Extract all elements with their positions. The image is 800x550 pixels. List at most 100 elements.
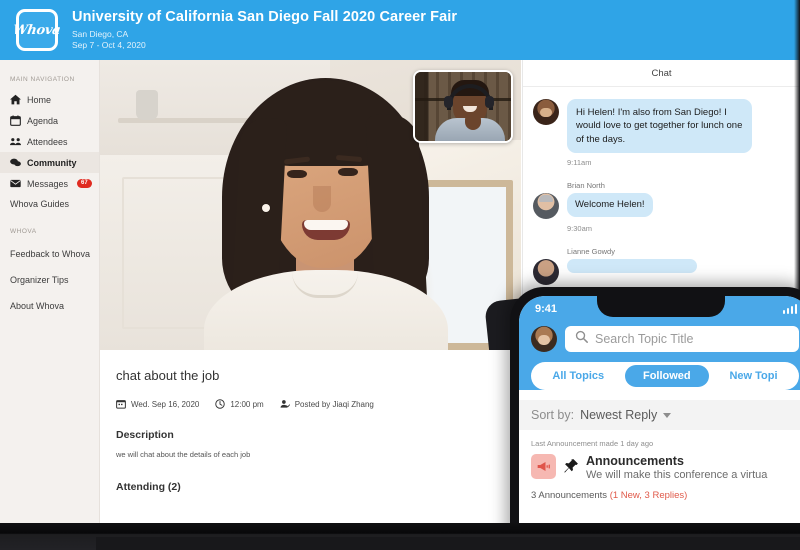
chat-message: Welcome Helen! (533, 193, 790, 220)
sort-by-value: Newest Reply (580, 408, 658, 422)
clock-icon (215, 399, 226, 409)
announcement-text-block: Announcements We will make this conferen… (586, 454, 767, 481)
event-title: University of California San Diego Fall … (72, 8, 458, 25)
sidebar-item-label: Messages (27, 178, 69, 189)
sidebar-item-whova-guides[interactable]: Whova Guides (0, 194, 99, 214)
sidebar-item-organizer-tips[interactable]: Organizer Tips (0, 267, 99, 293)
chat-panel-title: Chat (523, 60, 800, 87)
announcement-list-item[interactable]: Announcements We will make this conferen… (531, 454, 799, 481)
pip-participant (435, 80, 505, 141)
main-content: chat about the job Wed. Sep 16, 2020 12:… (100, 60, 521, 523)
session-time-text: 12:00 pm (230, 399, 264, 409)
sidebar-item-community[interactable]: Community (0, 152, 99, 173)
chevron-down-icon (663, 412, 672, 418)
chat-sender-name: Brian North (567, 181, 605, 191)
sidebar-item-label: Agenda (27, 115, 59, 126)
attending-heading: Attending (2) (116, 481, 181, 493)
phone-mockup: 9:41 Search Topic Title All Topics Follo… (510, 287, 800, 523)
search-placeholder: Search Topic Title (595, 332, 694, 346)
sidebar-item-label: About Whova (10, 301, 65, 311)
announcement-title: Announcements (586, 454, 684, 468)
phone-tab-bar: All Topics Followed New Topi (531, 362, 799, 390)
calendar-icon (116, 399, 126, 409)
video-conference-stage[interactable] (100, 60, 521, 350)
tab-followed[interactable]: Followed (624, 365, 710, 387)
description-heading: Description (116, 429, 174, 441)
avatar[interactable] (531, 326, 557, 352)
search-icon (575, 330, 588, 348)
phone-screen: 9:41 Search Topic Title All Topics Follo… (519, 296, 800, 523)
laptop-bezel (0, 523, 800, 550)
whova-logo-text: Whova (12, 22, 62, 38)
chat-timestamp: 9:11am (567, 158, 592, 168)
phone-search-row: Search Topic Title (519, 322, 800, 362)
megaphone-icon (531, 454, 556, 479)
sidebar-item-messages[interactable]: Messages 67 (0, 173, 99, 194)
search-input[interactable]: Search Topic Title (565, 326, 799, 352)
sidebar-item-label: Community (27, 157, 77, 168)
topic-list: Last Announcement made 1 day ago Announc… (519, 430, 800, 501)
event-dates: Sep 7 - Oct 4, 2020 (72, 40, 146, 51)
sort-by-label: Sort by: (531, 408, 575, 422)
header-text-block: University of California San Diego Fall … (72, 9, 457, 51)
event-location: San Diego, CA (72, 28, 129, 39)
chat-message-list[interactable]: Hi Helen! I'm also from San Diego! I wou… (523, 87, 800, 286)
sidebar-item-label: Home (27, 94, 52, 105)
session-author-text: Posted by Jiaqi Zhang (294, 399, 374, 409)
last-announcement-label: Last Announcement made 1 day ago (531, 439, 654, 448)
session-meta-row: Wed. Sep 16, 2020 12:00 pm Posted by Jia… (116, 399, 505, 409)
sidebar-section-whova: WHOVA (10, 228, 37, 235)
sidebar-item-attendees[interactable]: Attendees (0, 131, 99, 152)
session-title: chat about the job (116, 368, 220, 383)
person-check-icon (280, 399, 290, 409)
announcement-footer: 3 Announcements (1 New, 3 Replies) (531, 490, 799, 501)
announcement-meta: (1 New, 3 Replies) (609, 490, 688, 501)
avatar[interactable] (533, 259, 559, 286)
sidebar: MAIN NAVIGATION Home Agenda Attendees Co… (0, 60, 100, 523)
signal-bars-icon (782, 304, 797, 314)
tab-all-topics[interactable]: All Topics (534, 365, 623, 387)
sort-by-control[interactable]: Sort by: Newest Reply (519, 400, 800, 430)
chat-sender-name: Lianne Gowdy (567, 247, 615, 257)
sidebar-item-feedback[interactable]: Feedback to Whova (0, 241, 99, 267)
phone-notch (597, 296, 725, 317)
whova-logo[interactable]: Whova (12, 9, 62, 51)
laptop-screen: Whova University of California San Diego… (0, 0, 800, 523)
sidebar-item-home[interactable]: Home (0, 89, 99, 110)
sidebar-section-main: MAIN NAVIGATION (10, 76, 75, 83)
session-author: Posted by Jiaqi Zhang (280, 399, 374, 409)
session-details-panel: chat about the job Wed. Sep 16, 2020 12:… (100, 350, 521, 523)
chat-bubble: Welcome Helen! (567, 193, 653, 217)
sidebar-item-label: Organizer Tips (10, 275, 69, 285)
app-header: Whova University of California San Diego… (0, 0, 800, 60)
sidebar-item-label: Feedback to Whova (10, 249, 91, 259)
avatar[interactable] (533, 99, 559, 125)
sidebar-item-label: Whova Guides (10, 199, 70, 209)
phone-clock: 9:41 (535, 303, 558, 315)
self-view-video-thumbnail[interactable] (413, 70, 513, 143)
chat-message: Hi Helen! I'm also from San Diego! I wou… (533, 99, 790, 154)
envelope-icon (10, 178, 21, 189)
avatar[interactable] (533, 193, 559, 220)
home-icon (10, 94, 21, 105)
tab-new-topic[interactable]: New Topi (711, 365, 796, 387)
main-speaker-video (204, 74, 448, 350)
session-date: Wed. Sep 16, 2020 (116, 399, 199, 409)
chat-bubbles-icon (10, 157, 21, 168)
calendar-icon (10, 115, 21, 126)
sidebar-item-about-whova[interactable]: About Whova (0, 293, 99, 319)
background-vase (136, 90, 158, 120)
session-date-text: Wed. Sep 16, 2020 (131, 399, 200, 409)
pin-icon (563, 458, 579, 474)
chat-bubble: Hi Helen! I'm also from San Diego! I wou… (567, 99, 752, 154)
chat-bubble (567, 259, 697, 274)
chat-timestamp: 9:30am (567, 224, 593, 234)
announcement-count: 3 Announcements (531, 490, 610, 501)
session-time: 12:00 pm (215, 399, 264, 409)
sidebar-item-label: Attendees (27, 136, 68, 147)
sidebar-item-agenda[interactable]: Agenda (0, 110, 99, 131)
description-body: we will chat about the details of each j… (116, 450, 251, 459)
announcement-preview: We will make this conference a virtua (586, 469, 768, 481)
messages-unread-badge: 67 (77, 178, 92, 189)
screenshot-root: Whova University of California San Diego… (0, 0, 800, 550)
